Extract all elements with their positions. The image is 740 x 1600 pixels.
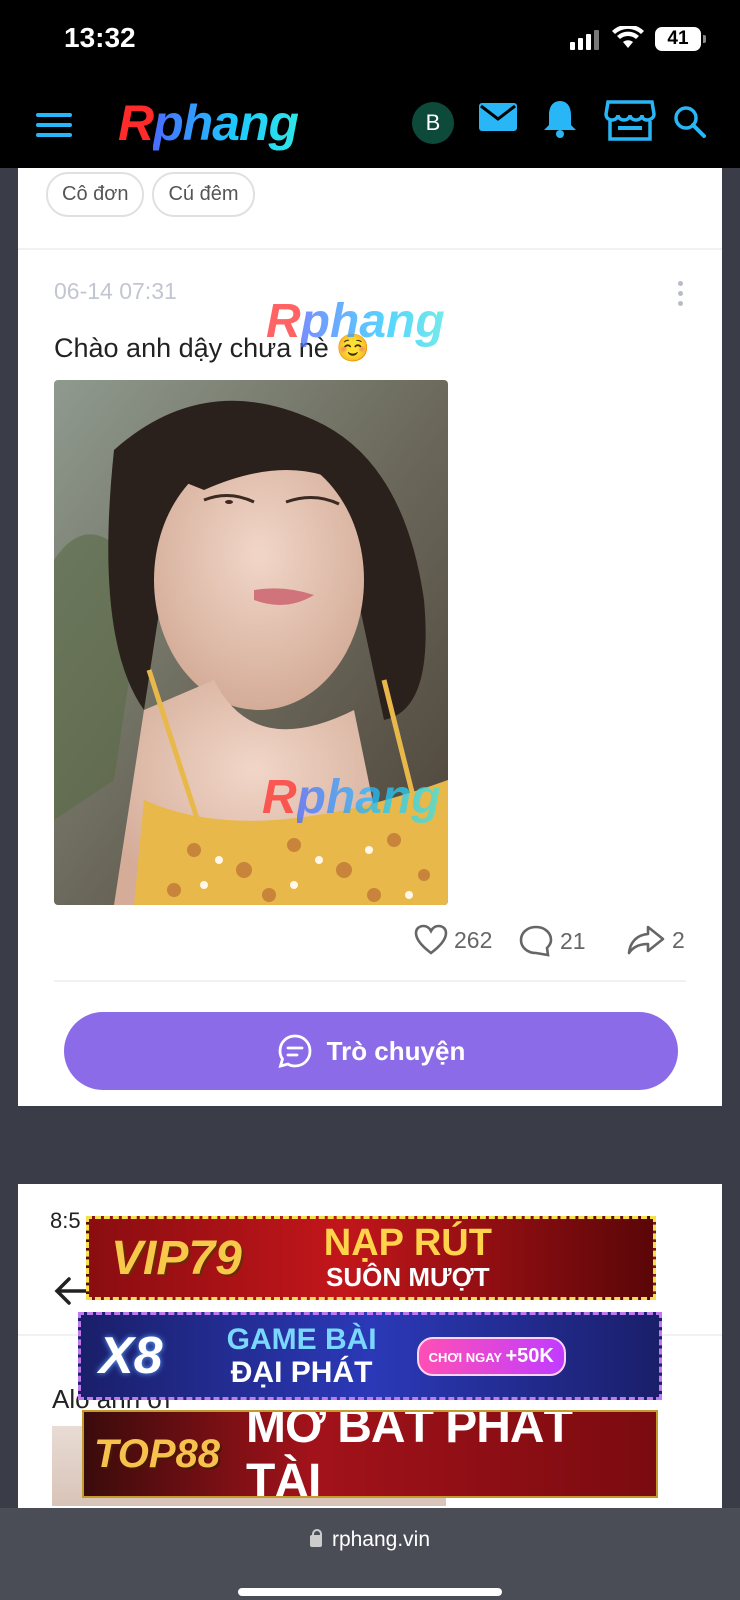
site-logo[interactable]: Rphang [118,94,299,152]
share-button[interactable]: 2 [626,924,685,956]
heart-icon [414,924,448,955]
post-timestamp: 06-14 07:31 [54,278,177,304]
share-icon [627,925,665,955]
url-text: rphang.vin [331,1528,431,1551]
status-bar: 13:32 41 [0,0,740,84]
ad-brand: X8 [99,1327,163,1385]
post-photo[interactable] [54,380,448,905]
ad-brand: TOP88 [94,1431,220,1476]
ad-banner-x8[interactable]: X8 GAME BÀI ĐẠI PHÁT CHƠI NGAY +50K [78,1312,662,1400]
screenshot-time: 8:5 [50,1208,81,1233]
chat-button[interactable]: Trò chuyện [64,1012,678,1090]
like-count: 262 [454,926,493,953]
comment-button[interactable]: 21 [518,924,586,958]
store-icon[interactable] [604,98,656,142]
tag-chip[interactable]: Cú đêm [152,172,255,217]
ad-brand: VIP79 [111,1231,242,1285]
ad-title: MỞ BÁT PHÁT TÀI [246,1410,573,1498]
lock-icon [309,1529,322,1547]
ad-title: GAME BÀI ĐẠI PHÁT [226,1323,377,1389]
watermark-logo: Rphang [266,295,445,348]
ad-banner-top88[interactable]: TOP88 MỞ BÁT PHÁT TÀI [82,1410,658,1498]
more-options-icon[interactable] [678,281,684,311]
mail-icon[interactable] [478,100,518,134]
logo-rest: phang [153,95,299,151]
chat-bubble-icon [278,1034,312,1068]
ad-title: NẠP RÚT SUÔN MƯỢT [323,1222,492,1293]
wifi-icon [612,26,644,48]
url-display[interactable]: rphang.vin [0,1528,740,1552]
notification-bell-icon[interactable] [542,98,578,138]
comment-count: 21 [560,927,586,954]
tag-list: Cô đơn Cú đêm [46,172,255,217]
menu-icon[interactable] [36,108,72,142]
user-avatar[interactable]: B [412,102,454,144]
back-arrow-icon [54,1277,88,1305]
watermark-logo: Rphang [262,771,441,824]
cellular-signal-icon [570,30,599,50]
divider [18,248,722,250]
ad-banner-vip79[interactable]: VIP79 NẠP RÚT SUÔN MƯỢT [86,1216,656,1300]
home-indicator[interactable] [238,1588,502,1596]
ad-promo-badge: CHƠI NGAY +50K [416,1336,566,1376]
comment-icon [519,925,553,957]
share-count: 2 [672,926,685,953]
tag-chip[interactable]: Cô đơn [46,172,145,217]
status-time: 13:32 [64,22,136,53]
browser-url-bar[interactable]: rphang.vin [0,1508,740,1600]
logo-r: R [118,95,154,151]
battery-level: 41 [655,27,706,51]
app-header: Rphang B [0,84,740,168]
like-button[interactable]: 262 [414,924,492,956]
chat-button-label: Trò chuyện [326,1035,466,1066]
search-icon[interactable] [672,104,708,140]
divider [54,980,686,982]
